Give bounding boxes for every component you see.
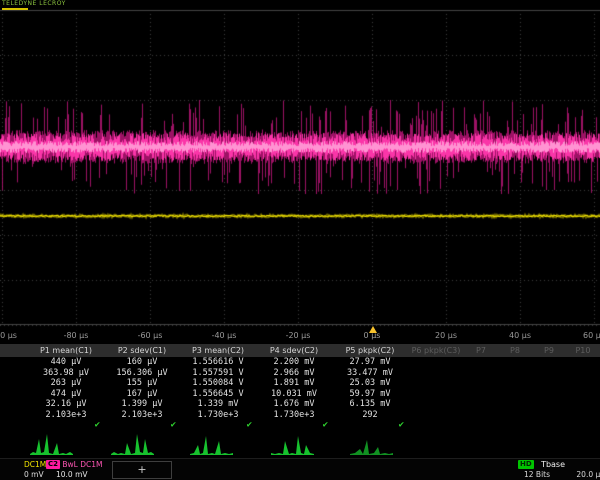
param-value: 474 µV [28, 389, 104, 399]
brand-logo-underline [2, 8, 28, 10]
param-header-p5[interactable]: P5 pkpk(C2) [332, 346, 408, 355]
param-header-p9[interactable]: P9 [532, 346, 566, 355]
param-header-p6[interactable]: P6 pkpk(C3) [408, 346, 464, 355]
param-value: 2.966 mV [256, 368, 332, 378]
time-label: -40 µs [212, 331, 237, 340]
param-status-icon: ✔ [256, 420, 332, 430]
param-header-p3[interactable]: P3 mean(C2) [180, 346, 256, 355]
histicon-p3[interactable] [190, 431, 234, 455]
channel-c1-descriptor[interactable]: DC1M 0 mV [24, 460, 46, 480]
param-header-p7[interactable]: P7 [464, 346, 498, 355]
time-label: -60 µs [138, 331, 163, 340]
time-label: 40 µs [509, 331, 531, 340]
param-value: 1.556645 V [180, 389, 256, 399]
add-trace-button[interactable]: + [112, 461, 172, 479]
histicon-p5[interactable] [350, 431, 394, 455]
param-value: 155 µV [104, 378, 180, 388]
measure-row-value: 440 µV160 µV1.556616 V2.200 mV27.97 mV [0, 357, 600, 368]
param-value: 25.03 mV [332, 378, 408, 388]
param-value: 1.550084 V [180, 378, 256, 388]
param-value: 1.339 mV [180, 399, 256, 409]
param-value: 27.97 mV [332, 357, 408, 367]
time-label: 0 µs [364, 331, 381, 340]
param-value: 1.730e+3 [180, 410, 256, 420]
c1-offset-value: 0 mV [24, 470, 44, 479]
param-value: 263 µV [28, 378, 104, 388]
param-value: 32.16 µV [28, 399, 104, 409]
param-value: 2.103e+3 [28, 410, 104, 420]
param-value: 1.891 mV [256, 378, 332, 388]
param-value: 1.399 µV [104, 399, 180, 409]
param-status-icon: ✔ [104, 420, 180, 430]
param-status-icon: ✔ [180, 420, 256, 430]
param-value: 1.676 mV [256, 399, 332, 409]
histicon-p1[interactable] [30, 431, 74, 455]
timebase-tdiv-value: 20.0 µs/div [576, 470, 600, 479]
scope-grid[interactable] [0, 0, 600, 330]
param-value: 440 µV [28, 357, 104, 367]
histicon-p4[interactable] [270, 431, 314, 455]
param-status-icon: ✔ [332, 420, 408, 430]
time-label: -80 µs [64, 331, 89, 340]
plus-icon: + [137, 463, 146, 476]
param-status-icon: ✔ [28, 420, 104, 430]
measurement-table: P1 mean(C1)P2 sdev(C1)P3 mean(C2)P4 sdev… [0, 344, 600, 431]
param-value: 33.477 mV [332, 368, 408, 378]
param-header-p8[interactable]: P8 [498, 346, 532, 355]
param-value: 292 [332, 410, 408, 420]
param-value: 2.103e+3 [104, 410, 180, 420]
param-value: 2.200 mV [256, 357, 332, 367]
measure-row-num: 2.103e+32.103e+31.730e+31.730e+3292 [0, 410, 600, 421]
param-value: 156.306 µV [104, 368, 180, 378]
timebase-label: Tbase [541, 460, 565, 469]
brand-logo: TELEDYNE LECROY [2, 1, 66, 10]
param-value: 10.031 mV [256, 389, 332, 399]
param-value: 363.98 µV [28, 368, 104, 378]
oscilloscope-screen: TELEDYNE LECROY -100 µs -80 µs -60 µs -40 µ… [0, 0, 600, 480]
measure-row-mean: 363.98 µV156.306 µV1.557591 V2.966 mV33.… [0, 368, 600, 379]
histicon-row [30, 431, 394, 455]
measure-status-row: ✔✔✔✔✔ [0, 420, 600, 431]
param-value: 6.135 mV [332, 399, 408, 409]
time-label: -20 µs [286, 331, 311, 340]
timebase-descriptor[interactable]: HD Tbase 12 Bits 20.0 µs/div [518, 460, 600, 480]
param-header-p4[interactable]: P4 sdev(C2) [256, 346, 332, 355]
param-header-p10[interactable]: P10 [566, 346, 600, 355]
time-axis: -100 µs -80 µs -60 µs -40 µs -20 µs 0 µs 20 µs… [0, 331, 600, 343]
c1-coupling-label: DC1M [24, 460, 46, 469]
measure-row-min: 263 µV155 µV1.550084 V1.891 mV25.03 mV [0, 378, 600, 389]
time-label: 60 µs [583, 331, 600, 340]
time-label: 20 µs [435, 331, 457, 340]
hd-mode-badge: HD [518, 460, 534, 469]
time-label: -100 µs [0, 331, 17, 340]
param-header-p1[interactable]: P1 mean(C1) [28, 346, 104, 355]
measure-row-sdev: 32.16 µV1.399 µV1.339 mV1.676 mV6.135 mV [0, 399, 600, 410]
c2-vdiv-value: 10.0 mV [46, 470, 88, 479]
bottom-status-bar: DC1M 0 mV C2 BwL DC1M 10.0 mV + HD Tbase… [0, 458, 600, 480]
param-value: 167 µV [104, 389, 180, 399]
param-value: 1.557591 V [180, 368, 256, 378]
c2-channel-tag: C2 [46, 460, 60, 469]
param-value: 59.97 mV [332, 389, 408, 399]
param-value: 1.556616 V [180, 357, 256, 367]
measure-row-max: 474 µV167 µV1.556645 V10.031 mV59.97 mV [0, 389, 600, 400]
c2-coupling-label: BwL DC1M [62, 460, 102, 469]
resolution-bits-label: 12 Bits [524, 470, 550, 479]
param-value: 160 µV [104, 357, 180, 367]
measure-header-row: P1 mean(C1)P2 sdev(C1)P3 mean(C2)P4 sdev… [0, 344, 600, 357]
histicon-p2[interactable] [110, 431, 154, 455]
param-header-p2[interactable]: P2 sdev(C1) [104, 346, 180, 355]
param-value: 1.730e+3 [256, 410, 332, 420]
brand-logo-text: TELEDYNE LECROY [2, 0, 66, 7]
channel-c2-descriptor[interactable]: C2 BwL DC1M 10.0 mV [46, 460, 103, 480]
